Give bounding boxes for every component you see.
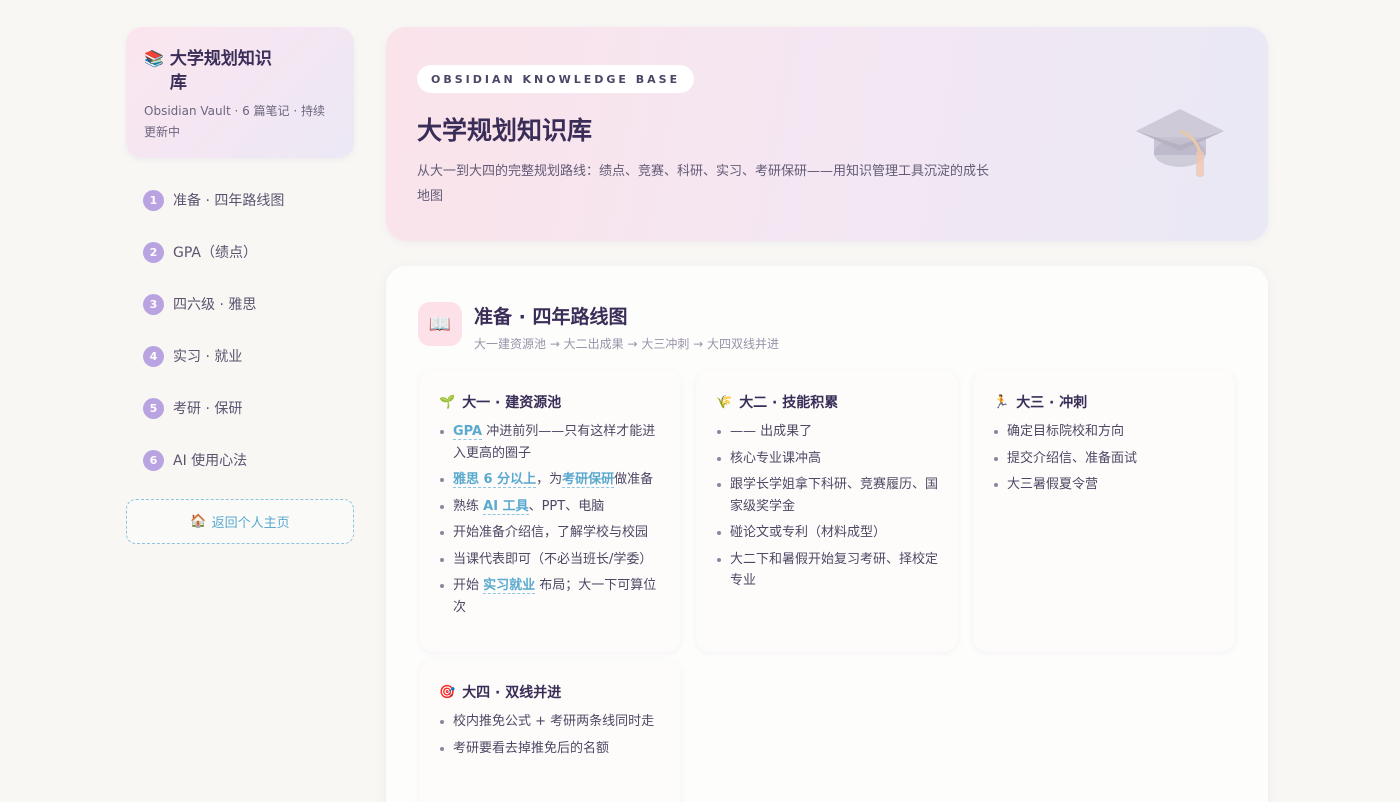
nav-number-badge: 3 [143,293,164,315]
wheat-icon: 🌾 [716,394,733,410]
list-item: 雅思 6 分以上，为考研保研做准备 [439,469,665,491]
nav-number-badge: 5 [143,397,164,419]
section-subtitle: 大一建资源池 → 大二出成果 → 大三冲刺 → 大四双线并进 [474,337,780,351]
year-card-title: 大二 · 技能积累 [739,395,839,411]
year-card-title: 大三 · 冲刺 [1016,395,1088,411]
list-item-text: ，为 [536,472,563,487]
list-item: 熟练 AI 工具、PPT、电脑 [439,496,665,518]
sidebar-item-label: 准备 · 四年路线图 [173,193,285,209]
nav-number-badge: 6 [143,449,164,471]
brand-title-text: 大学规划知识库 [169,49,272,93]
sidebar-item-ai-usage[interactable]: 6 AI 使用心法 [126,434,354,486]
list-item: 开始 实习就业 布局；大一下可算位次 [439,575,665,618]
house-icon: 🏠 [190,514,207,529]
list-item: 考研要看去掉推免后的名额 [439,738,665,760]
year-card-2: 🌾 大二 · 技能积累 —— 出成果了 核心专业课冲高 跟学长学姐拿下科研、竞赛… [696,370,958,652]
hero-tag: OBSIDIAN KNOWLEDGE BASE [417,65,695,93]
sidebar-item-label: 实习 · 就业 [173,349,243,365]
list-item: 开始准备介绍信，了解学校与校园 [439,522,665,544]
page-title: 大学规划知识库 [417,116,593,145]
sidebar-nav: 1 准备 · 四年路线图 2 GPA（绩点） 3 四六级 · 雅思 4 实习 ·… [126,174,354,486]
year-card-header: 🏃 大三 · 冲刺 [993,390,1219,414]
year-card-header: 🌱 大一 · 建资源池 [439,390,665,414]
list-item-text: 开始 [453,578,484,593]
sidebar-item-label: 四六级 · 雅思 [173,297,257,313]
postgrad-link[interactable]: 考研保研 [562,472,615,488]
list-item: 大二下和暑假开始复习考研、择校定专业 [716,549,942,592]
sidebar: 📚 大学规划知识库 Obsidian Vault · 6 篇笔记 · 持续更新中… [126,27,354,544]
year-card-4: 🎯 大四 · 双线并进 校内推免公式 + 考研两条线同时走 考研要看去掉推免后的… [419,660,681,802]
list-item: 大三暑假夏令营 [993,474,1219,496]
ai-tools-link[interactable]: AI 工具 [483,498,529,515]
list-item: 核心专业课冲高 [716,448,942,470]
list-item: 校内推免公式 + 考研两条线同时走 [439,711,665,733]
year-card-list: 校内推免公式 + 考研两条线同时走 考研要看去掉推免后的名额 [439,711,665,759]
ielts-link[interactable]: 雅思 6 分以上 [453,472,537,488]
nav-number-badge: 2 [143,241,164,263]
sidebar-item-label: 考研 · 保研 [173,401,243,417]
list-item-text: 、PPT、电脑 [528,498,605,514]
sidebar-item-internship[interactable]: 4 实习 · 就业 [126,330,354,382]
back-home-label: 返回个人主页 [211,516,290,531]
brand-subtitle: Obsidian Vault · 6 篇笔记 · 持续更新中 [144,104,325,139]
section-title: 准备 · 四年路线图 [474,306,628,328]
year-card-list: GPA 冲进前列——只有这样才能进入更高的圈子 雅思 6 分以上，为考研保研做准… [439,421,665,618]
sidebar-item-english-tests[interactable]: 3 四六级 · 雅思 [126,278,354,330]
internship-link[interactable]: 实习就业 [483,578,536,594]
sidebar-item-roadmap[interactable]: 1 准备 · 四年路线图 [126,174,354,226]
graduation-cap-icon [1136,109,1224,177]
hero-description: 从大一到大四的完整规划路线：绩点、竞赛、科研、实习、考研保研——用知识管理工具沉… [417,164,990,204]
list-item: 提交介绍信、准备面试 [993,448,1219,470]
list-item-text: 冲进前列——只有这样才能进入更高的圈子 [453,424,656,461]
roadmap-card: 📖 准备 · 四年路线图 大一建资源池 → 大二出成果 → 大三冲刺 → 大四双… [386,266,1268,802]
sidebar-item-gpa[interactable]: 2 GPA（绩点） [126,226,354,278]
year-card-header: 🎯 大四 · 双线并进 [439,680,665,704]
list-item-text: 熟练 [453,498,484,514]
sidebar-item-label: AI 使用心法 [173,453,248,469]
seedling-icon: 🌱 [439,394,456,410]
list-item: 当课代表即可（不必当班长/学委） [439,549,665,571]
list-item: 确定目标院校和方向 [993,421,1219,443]
list-item: —— 出成果了 [716,421,942,443]
hero-banner: OBSIDIAN KNOWLEDGE BASE 大学规划知识库 从大一到大四的完… [386,27,1268,241]
year-card-list: —— 出成果了 核心专业课冲高 跟学长学姐拿下科研、竞赛履历、国家级奖学金 碰论… [716,421,942,592]
gpa-link[interactable]: GPA [453,424,483,440]
brand-card: 📚 大学规划知识库 Obsidian Vault · 6 篇笔记 · 持续更新中 [126,27,354,158]
runner-icon: 🏃 [993,394,1010,410]
year-card-header: 🌾 大二 · 技能积累 [716,390,942,414]
nav-number-badge: 4 [143,345,164,367]
list-item: 碰论文或专利（材料成型） [716,522,942,544]
books-icon: 📚 [144,49,164,68]
nav-number-badge: 1 [143,189,164,211]
list-item: 跟学长学姐拿下科研、竞赛履历、国家级奖学金 [716,474,942,517]
year-card-list: 确定目标院校和方向 提交介绍信、准备面试 大三暑假夏令营 [993,421,1219,496]
year-card-1: 🌱 大一 · 建资源池 GPA 冲进前列——只有这样才能进入更高的圈子 雅思 6… [419,370,681,652]
brand-title: 📚 大学规划知识库 [144,47,336,95]
year-card-title: 大一 · 建资源池 [462,395,562,411]
year-card-title: 大四 · 双线并进 [462,685,562,701]
list-item-text: 做准备 [614,472,654,487]
year-card-3: 🏃 大三 · 冲刺 确定目标院校和方向 提交介绍信、准备面试 大三暑假夏令营 [973,370,1235,652]
sidebar-item-postgrad[interactable]: 5 考研 · 保研 [126,382,354,434]
target-icon: 🎯 [439,684,456,700]
list-item: GPA 冲进前列——只有这样才能进入更高的圈子 [439,421,665,464]
back-home-button[interactable]: 🏠 返回个人主页 [126,499,354,544]
map-icon: 📖 [418,302,462,346]
sidebar-item-label: GPA（绩点） [173,245,257,261]
